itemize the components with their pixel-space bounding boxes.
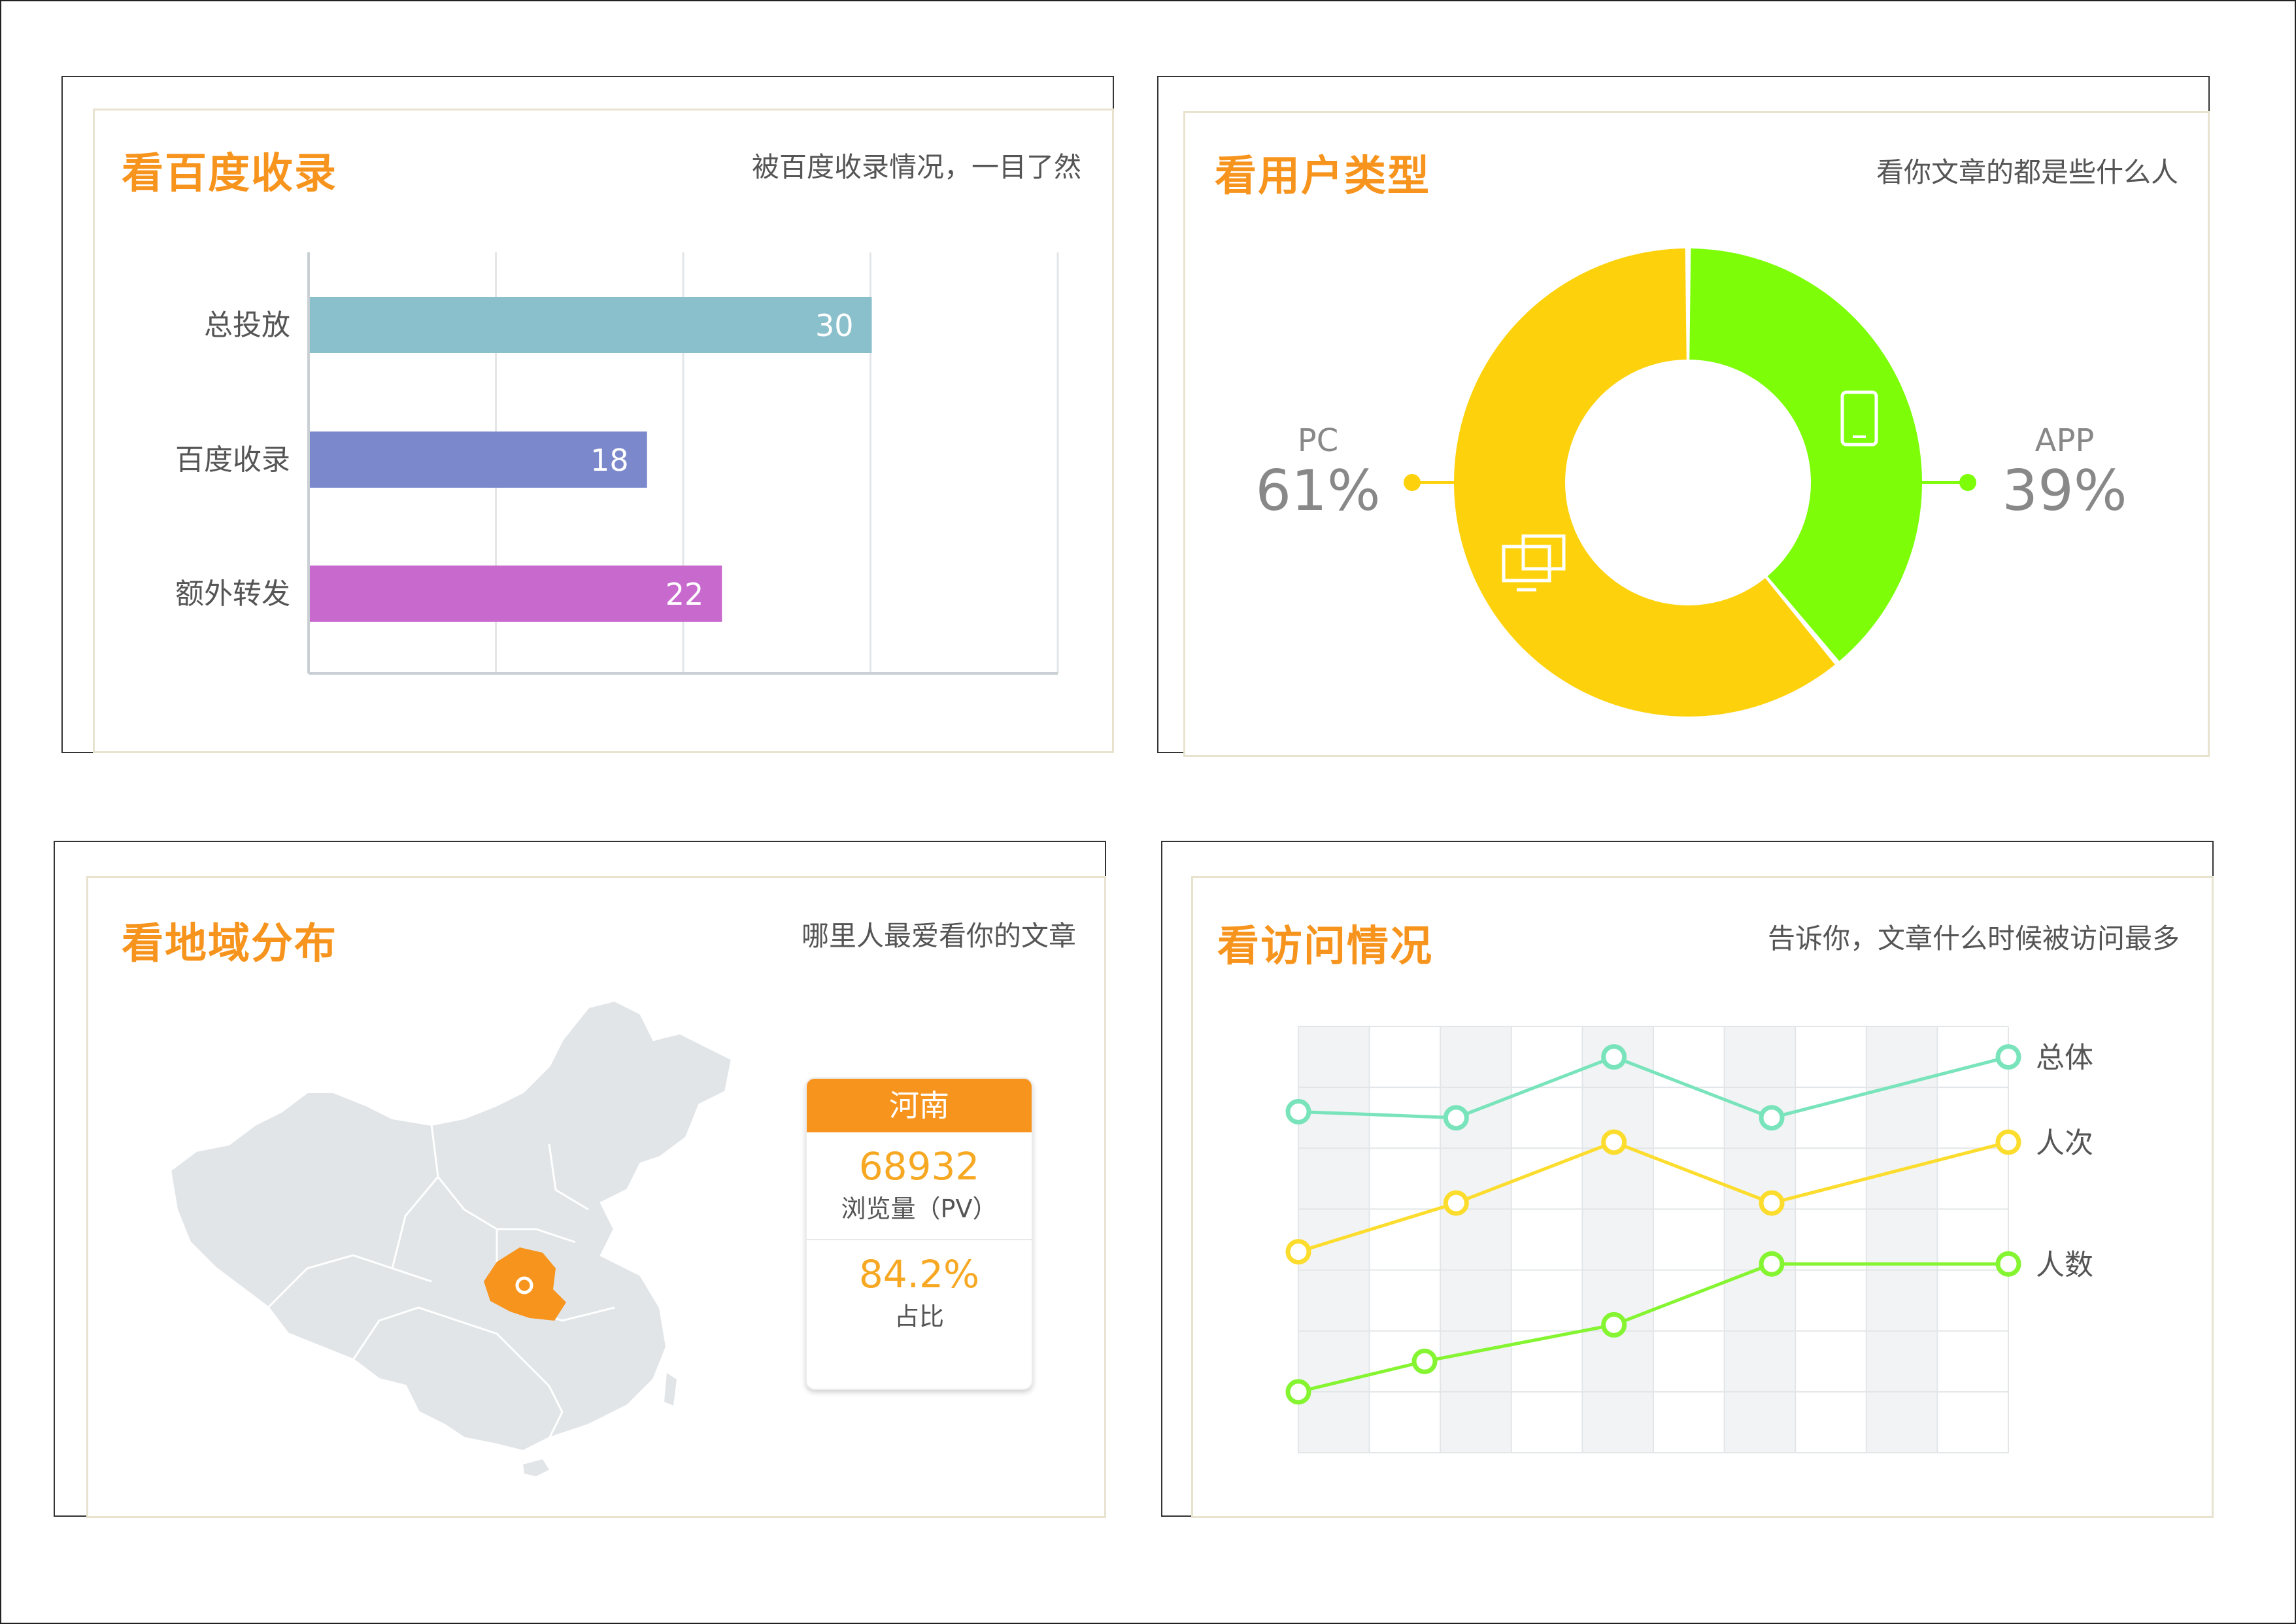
line-point [1285, 1239, 1311, 1265]
pie-label-pc-name: PC [1298, 422, 1338, 459]
line-grid-band [1369, 1026, 1441, 1453]
panel-subtitle: 被百度收录情况，一目了然 [751, 151, 1081, 183]
region-pv-value: 68932 [858, 1144, 980, 1189]
line-point [1759, 1251, 1785, 1277]
region-ratio-value: 84.2% [858, 1252, 980, 1296]
line-point [1759, 1190, 1785, 1216]
bar [310, 297, 872, 353]
line-point [1995, 1044, 2021, 1070]
line-grid-band [1653, 1026, 1725, 1453]
pie-label-app-pct: 39% [2002, 458, 2127, 524]
pie-label-app-name: APP [2035, 422, 2095, 459]
line-grid-band [1511, 1026, 1583, 1453]
region-ratio-label: 占比 [894, 1302, 944, 1331]
panel-subtitle: 看你文章的都是些什么人 [1876, 156, 2178, 188]
panel-subtitle: 告诉你，文章什么时候被访问最多 [1767, 922, 2180, 955]
line-point [1601, 1311, 1627, 1338]
line-point [1995, 1129, 2021, 1155]
line-series-label: 人数 [2036, 1248, 2093, 1281]
panel-title: 看访问情况 [1217, 922, 1433, 971]
donut-slice-app [1689, 248, 1922, 662]
bar [310, 566, 722, 622]
bar-value-label: 22 [666, 577, 704, 612]
region-pv-label: 浏览量（PV） [841, 1194, 998, 1223]
line-grid-band [1937, 1026, 2008, 1453]
pie-connector-dot [1959, 474, 1976, 491]
pie-label-pc-pct: 61% [1255, 458, 1380, 524]
bar-value-label: 30 [815, 308, 854, 343]
line-chart: 总体人次人数 [1285, 1026, 2093, 1453]
pie-connector-dot [1404, 474, 1421, 491]
china-map [168, 998, 734, 1476]
region-province-name: 河南 [807, 1079, 1032, 1132]
bar-category-label: 额外转发 [175, 577, 290, 611]
panel-subtitle: 哪里人最爱看你的文章 [801, 920, 1076, 952]
line-point [1601, 1129, 1627, 1155]
line-point [1443, 1105, 1469, 1131]
region-info-card: 河南 68932 浏览量（PV） 84.2% 占比 [805, 1077, 1033, 1390]
bar-chart: 总投放 30 百度收录 18 额外转发 22 [175, 252, 1059, 675]
line-grid-band [1440, 1026, 1511, 1453]
line-series-label: 总体 [2036, 1041, 2093, 1075]
line-point [1285, 1379, 1311, 1405]
bar-category-label: 总投放 [204, 309, 290, 342]
panel-title: 看百度收录 [122, 150, 337, 198]
taiwan-island [664, 1373, 677, 1406]
line-grid-band [1724, 1026, 1796, 1453]
line-series-label: 人次 [2036, 1126, 2093, 1160]
panel-title: 看用户类型 [1215, 152, 1430, 201]
hainan-island [523, 1459, 549, 1476]
china-map-mainland [168, 998, 734, 1453]
panel-title: 看地域分布 [122, 920, 337, 968]
line-grid-band [1795, 1026, 1866, 1453]
bar-value-label: 18 [590, 443, 629, 478]
line-point [1411, 1348, 1438, 1374]
line-grid-band [1582, 1026, 1653, 1453]
donut-chart: PC 61% APP 39% [1255, 248, 2127, 717]
line-point [1601, 1044, 1627, 1070]
line-point [1285, 1098, 1311, 1125]
line-point [1995, 1251, 2021, 1277]
bar-category-label: 百度收录 [175, 443, 290, 477]
line-point [1443, 1190, 1469, 1216]
line-point [1759, 1105, 1785, 1131]
